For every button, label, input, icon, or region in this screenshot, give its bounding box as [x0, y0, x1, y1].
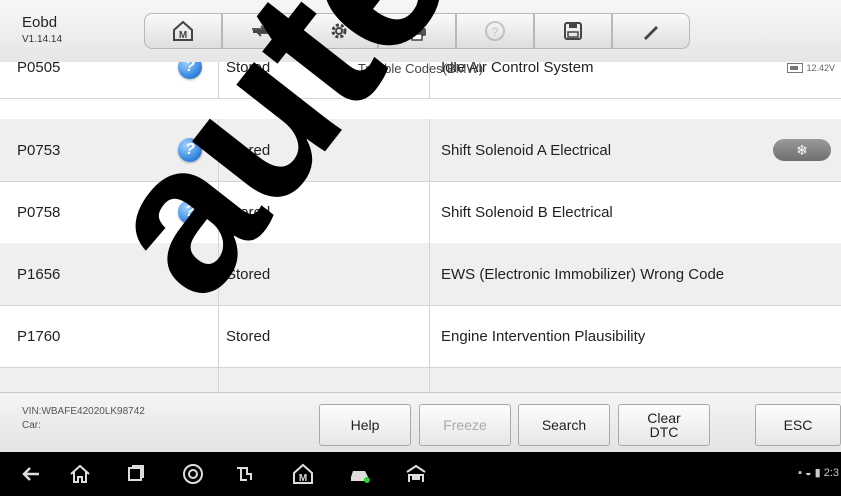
shop-car-icon: [406, 464, 426, 482]
app-name: Eobd: [22, 14, 58, 31]
svg-text:M: M: [299, 473, 307, 484]
browser-icon: [183, 464, 203, 484]
clear-dtc-line1: Clear: [647, 410, 681, 426]
freeze-button[interactable]: Freeze: [419, 404, 511, 446]
dtc-code: P0758: [17, 203, 61, 221]
esc-button[interactable]: ESC: [755, 404, 841, 446]
recent-apps-button[interactable]: [123, 462, 149, 486]
vin-label: VIN:WBAFE42020LK98742: [22, 406, 145, 417]
car-icon: [351, 471, 370, 483]
settings-gear-icon: [331, 23, 347, 39]
connector-button[interactable]: [232, 462, 258, 486]
dtc-description: Shift Solenoid B Electrical: [441, 203, 613, 221]
recent-apps-icon: [128, 465, 144, 481]
table-row[interactable]: P0758 ? Stored Shift Solenoid B Electric…: [0, 181, 841, 244]
clock-time: 2:3: [823, 466, 839, 479]
freeze-frame-button[interactable]: ❄: [773, 139, 831, 161]
dtc-description: EWS (Electronic Immobilizer) Wrong Code: [441, 265, 725, 283]
home-button[interactable]: M: [144, 13, 222, 49]
battery-voltage: 12.42V: [806, 63, 835, 73]
pen-icon: [644, 26, 658, 40]
function-bar: VIN:WBAFE42020LK98742 Car: Help Freeze S…: [0, 392, 841, 453]
shop-button[interactable]: [403, 462, 429, 486]
battery-status: 12.42V: [787, 63, 835, 73]
back-arrow-icon: [22, 467, 39, 481]
vehicle-swap-icon: [252, 25, 270, 37]
help-icon[interactable]: ?: [178, 200, 202, 224]
save-icon: [564, 22, 582, 40]
svg-text:?: ?: [492, 25, 499, 39]
vehicle-button[interactable]: [347, 462, 373, 486]
dtc-status: Stored: [226, 141, 271, 159]
vehicle-swap-button[interactable]: [222, 13, 300, 49]
dtc-status: Stored: [226, 203, 271, 221]
dtc-description: Engine Intervention Plausibility: [441, 327, 646, 345]
android-home-button[interactable]: [67, 462, 93, 486]
clear-dtc-line2: DTC: [649, 424, 679, 440]
edit-button[interactable]: [612, 13, 690, 49]
snowflake-icon: ❄: [796, 141, 808, 158]
dtc-table: P0505 ? Stored Idle Air Control System P…: [0, 62, 841, 392]
browser-button[interactable]: [180, 462, 206, 486]
dtc-code: P1760: [17, 327, 61, 345]
page-title: Trouble Codes(BMW): [357, 61, 484, 76]
help-icon[interactable]: ?: [178, 138, 202, 162]
print-button[interactable]: [378, 13, 456, 49]
battery-small-icon: ▮: [814, 467, 821, 479]
table-row[interactable]: P1760 Stored Engine Intervention Plausib…: [0, 305, 841, 368]
dtc-status: Stored: [226, 265, 271, 283]
car-label: Car:: [22, 420, 41, 431]
message-icon: ▪: [798, 466, 802, 479]
table-row[interactable]: P0753 ? Stored Shift Solenoid A Electric…: [0, 119, 841, 182]
table-row[interactable]: [0, 368, 841, 392]
help-circle-icon: ?: [485, 21, 505, 41]
top-toolbar: Eobd V1.14.14 M ?: [0, 0, 841, 63]
print-icon: [408, 21, 426, 41]
status-area: ▪ ◒ ▮ 2:3: [798, 466, 839, 480]
dtc-status: Stored: [226, 327, 271, 345]
home-icon: M: [173, 20, 193, 41]
settings-button[interactable]: [300, 13, 378, 49]
svg-text:M: M: [179, 30, 187, 41]
search-button[interactable]: Search: [518, 404, 610, 446]
dtc-code: P0753: [17, 141, 61, 159]
back-button[interactable]: [18, 462, 44, 486]
dtc-code: P1656: [17, 265, 61, 283]
connector-icon: [237, 467, 252, 481]
wifi-icon: ◒: [804, 466, 812, 479]
house-icon: [70, 464, 90, 483]
m-home-icon: M: [293, 463, 313, 484]
help-button[interactable]: ?: [456, 13, 534, 49]
clear-dtc-button[interactable]: Clear DTC: [618, 404, 710, 446]
dtc-description: Shift Solenoid A Electrical: [441, 141, 612, 159]
app-version: V1.14.14: [22, 34, 63, 45]
table-row[interactable]: P1656 Stored EWS (Electronic Immobilizer…: [0, 243, 841, 306]
system-nav-bar: M ▪ ◒ ▮ 2:3: [0, 452, 841, 496]
maxisys-home-button[interactable]: M: [290, 462, 316, 486]
help-footer-button[interactable]: Help: [319, 404, 411, 446]
battery-icon: [787, 63, 804, 73]
save-button[interactable]: [534, 13, 612, 49]
